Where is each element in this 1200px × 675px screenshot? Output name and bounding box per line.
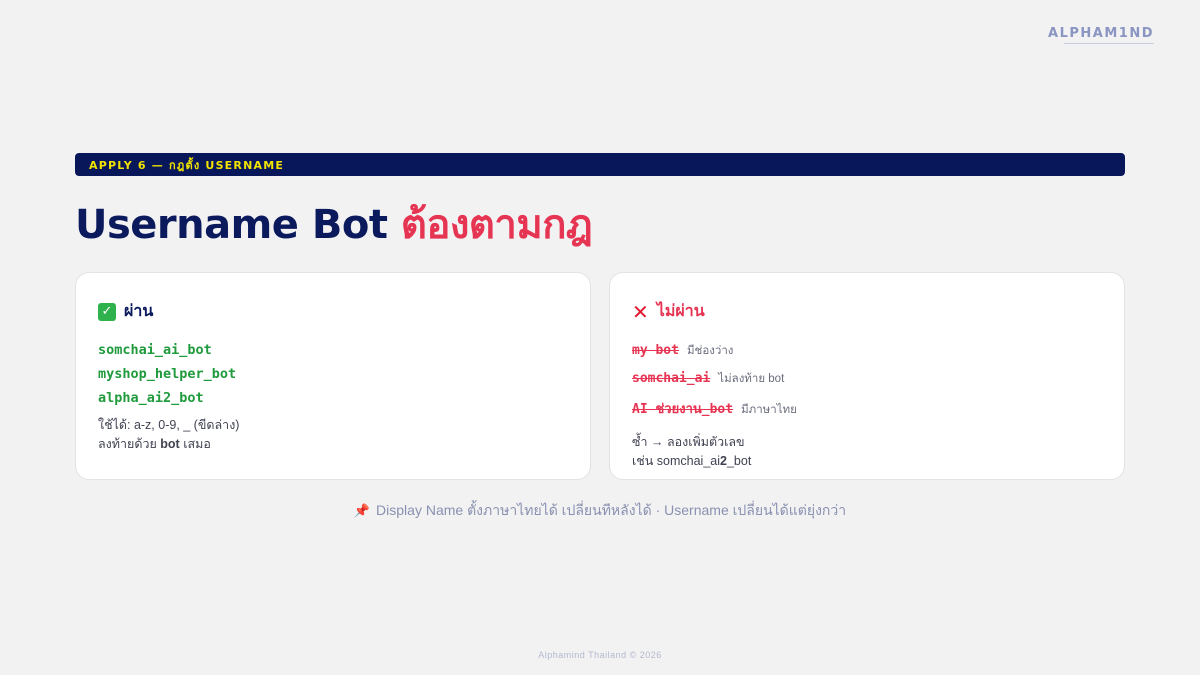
logo-wordmark: ALPHAM1ND	[1048, 26, 1154, 41]
fail-example-name: AI ช่วยงาน_bot	[632, 402, 734, 417]
footer-credit: Alphamind Thailand © 2026	[538, 650, 662, 660]
pass-example: alpha_ai2_bot	[98, 390, 204, 406]
fail-example-row: somchai_ai ไม่ลงท้าย bot	[632, 370, 1102, 388]
pass-heading-text: ผ่าน	[124, 301, 154, 320]
fail-example-reason: ไม่ลงท้าย bot	[718, 373, 785, 385]
footnote: 📌 Display Name ตั้งภาษาไทยได้ เปลี่ยนทีหล…	[0, 500, 1200, 522]
fail-example-reason: มีช่องว่าง	[686, 345, 734, 357]
brand-logo: ALPHAM1ND	[1048, 26, 1154, 44]
fail-hint: ซ้ำ → ลองเพิ่มตัวเลข เช่น somchai_ai2_bo…	[632, 433, 1102, 471]
pass-example: myshop_helper_bot	[98, 366, 237, 382]
title-part-1: Username Bot	[75, 202, 401, 248]
pass-hint-line-1: ใช้ได้: a-z, 0-9, _ (ขีดล่าง)	[98, 418, 240, 432]
page-title: Username Bot ต้องตามกฎ	[75, 192, 593, 256]
fail-example-reason: มีภาษาไทย	[741, 404, 797, 416]
fail-example-row: AI ช่วยงาน_bot มีภาษาไทย	[632, 398, 1102, 419]
fail-hint-bold: 2	[720, 454, 727, 468]
section-banner: APPLY 6 — กฎตั้ง USERNAME	[75, 153, 1125, 176]
fail-hint-line-1: ซ้ำ → ลองเพิ่มตัวเลข	[632, 435, 745, 449]
pass-hint-bold: bot	[160, 437, 180, 451]
pass-example: somchai_ai_bot	[98, 342, 212, 358]
fail-example-row: my bot มีช่องว่าง	[632, 342, 1102, 360]
x-icon: ✕	[632, 299, 649, 324]
logo-underline	[1064, 43, 1154, 44]
fail-hint-line-2: เช่น somchai_ai2_bot	[632, 452, 1102, 471]
fail-card-heading: ✕ ไม่ผ่าน	[632, 299, 1102, 324]
pass-hint: ใช้ได้: a-z, 0-9, _ (ขีดล่าง) ลงท้ายด้วย…	[98, 416, 568, 454]
fail-hint-suffix: _bot	[726, 454, 752, 468]
check-icon: ✓	[98, 302, 116, 321]
pass-card-heading: ✓ ผ่าน	[98, 299, 568, 324]
banner-text: APPLY 6 — กฎตั้ง USERNAME	[89, 158, 285, 172]
fail-example-name: somchai_ai	[632, 371, 711, 386]
pin-icon: 📌	[353, 503, 371, 518]
fail-hint-prefix: เช่น somchai_ai	[632, 454, 721, 468]
pass-hint-line-2: ลงท้ายด้วย bot เสมอ	[98, 435, 568, 454]
footnote-text: Display Name ตั้งภาษาไทยได้ เปลี่ยนทีหลั…	[376, 502, 847, 518]
pass-card: ✓ ผ่าน somchai_ai_bot myshop_helper_bot …	[75, 272, 591, 480]
pass-hint-prefix: ลงท้ายด้วย	[98, 437, 161, 451]
fail-heading-text: ไม่ผ่าน	[656, 301, 705, 320]
fail-card: ✕ ไม่ผ่าน my bot มีช่องว่าง somchai_ai ไ…	[609, 272, 1125, 480]
fail-example-name: my bot	[632, 343, 679, 358]
title-part-2: ต้องตามกฎ	[400, 202, 593, 248]
pass-hint-suffix: เสมอ	[179, 437, 211, 451]
